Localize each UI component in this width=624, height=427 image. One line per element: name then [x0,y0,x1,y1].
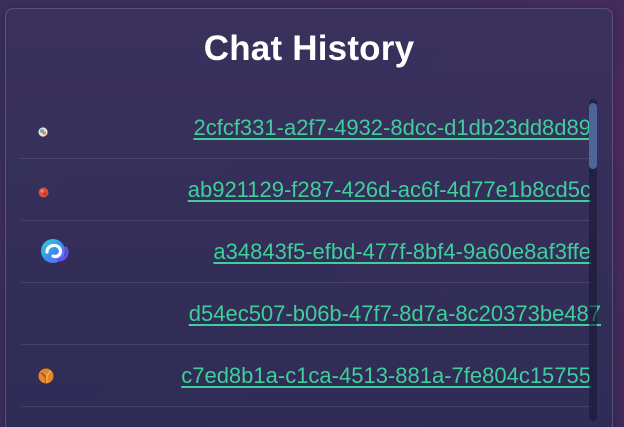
blue-swirl-logo-icon [39,236,71,273]
list-item[interactable]: ab921129-f287-426d-ac6f-4d77e1b8cd5c [21,159,592,221]
chat-list: 2cfcf331-a2f7-4932-8dcc-d1db23dd8d89 ab9… [21,97,601,407]
list-item[interactable]: d54ec507-b06b-47f7-8d7a-8c20373be487 [21,283,601,345]
panel-title: Chat History [203,29,415,68]
chat-history-panel: Chat History 2cfcf331-a2f7-4932-8dcc-d1d… [5,8,613,427]
chat-link[interactable]: d54ec507-b06b-47f7-8d7a-8c20373be487 [189,301,601,327]
list-item[interactable]: a34843f5-efbd-477f-8bf4-9a60e8af3ffe [21,221,592,283]
chat-link[interactable]: ab921129-f287-426d-ac6f-4d77e1b8cd5c [188,177,591,203]
small-multicolor-favicon-icon [38,124,48,142]
orange-ball-favicon-icon [38,368,54,389]
chat-link[interactable]: 2cfcf331-a2f7-4932-8dcc-d1db23dd8d89 [193,115,591,141]
scrollbar-thumb[interactable] [589,103,597,169]
chat-link[interactable]: a34843f5-efbd-477f-8bf4-9a60e8af3ffe [213,239,591,265]
scrollbar-track[interactable] [589,99,597,421]
list-item[interactable]: c7ed8b1a-c1ca-4513-881a-7fe804c15755 [21,345,592,407]
chat-link[interactable]: c7ed8b1a-c1ca-4513-881a-7fe804c15755 [181,363,591,389]
list-item[interactable]: 2cfcf331-a2f7-4932-8dcc-d1db23dd8d89 [21,97,592,159]
red-dot-favicon-icon [38,185,49,203]
